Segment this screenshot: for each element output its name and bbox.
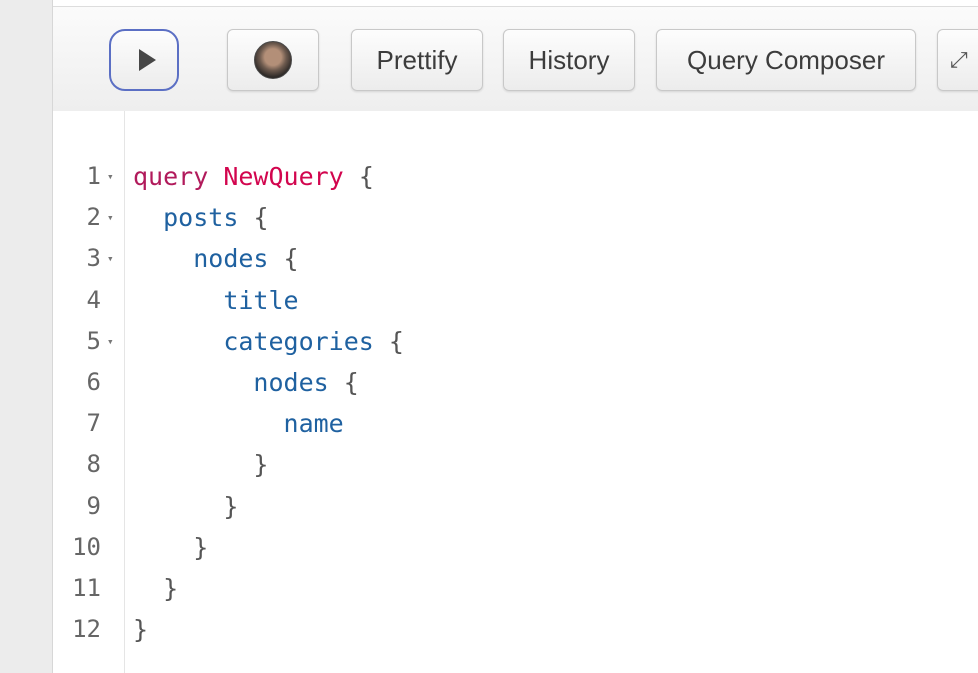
- field-name: nodes: [253, 367, 329, 397]
- fullscreen-button[interactable]: ⤢: [937, 29, 978, 91]
- line-number: 6: [86, 367, 101, 396]
- left-margin: [0, 0, 52, 673]
- toolbar: Prettify History Query Composer ⤢: [53, 6, 978, 112]
- fold-arrow-icon[interactable]: ▾: [107, 156, 114, 197]
- query-composer-button[interactable]: Query Composer: [656, 29, 916, 91]
- code-text: }: [133, 609, 148, 650]
- brace: }: [193, 532, 209, 562]
- expand-icon: ⤢: [950, 47, 968, 72]
- code-line[interactable]: 10 }: [53, 527, 978, 568]
- code-text: name: [133, 403, 344, 444]
- field-name: name: [283, 409, 344, 439]
- line-number: 3: [86, 244, 101, 273]
- code-text: nodes {: [133, 238, 299, 279]
- fold-arrow-icon[interactable]: ▾: [107, 197, 114, 238]
- code-text: posts {: [133, 197, 269, 238]
- line-number: 8: [86, 450, 101, 479]
- play-icon: [138, 49, 156, 71]
- line-number: 12: [72, 615, 101, 644]
- field-name: categories: [223, 326, 374, 356]
- code-line[interactable]: 11 }: [53, 568, 978, 609]
- brace: {: [253, 203, 269, 233]
- code-text: categories {: [133, 321, 404, 362]
- line-number: 5: [86, 326, 101, 355]
- code-line[interactable]: 4 title: [53, 280, 978, 321]
- line-number: 4: [86, 285, 101, 314]
- code-line[interactable]: 9 }: [53, 486, 978, 527]
- code-line[interactable]: 1 ▾ query NewQuery {: [53, 156, 978, 197]
- line-number: 10: [72, 532, 101, 561]
- brace: {: [343, 367, 359, 397]
- brace: }: [163, 573, 179, 603]
- code-line[interactable]: 5 ▾ categories {: [53, 321, 978, 362]
- brace: }: [223, 491, 239, 521]
- run-query-button[interactable]: [109, 29, 179, 91]
- code-line[interactable]: 12}: [53, 609, 978, 650]
- code-text: }: [133, 568, 178, 609]
- code-line[interactable]: 6 nodes {: [53, 362, 978, 403]
- brace: {: [283, 244, 299, 274]
- fold-arrow-icon[interactable]: ▾: [107, 238, 114, 279]
- code-text: title: [133, 280, 299, 321]
- brace: }: [133, 615, 149, 645]
- line-number: 11: [72, 573, 101, 602]
- field-name: title: [223, 285, 299, 315]
- brace: }: [253, 450, 269, 480]
- avatar: [254, 41, 292, 79]
- field-name: nodes: [193, 244, 269, 274]
- graphiql-panel: Prettify History Query Composer ⤢ 1 ▾ quer…: [52, 0, 978, 673]
- code-text: }: [133, 527, 208, 568]
- user-avatar-button[interactable]: [227, 29, 319, 91]
- code-lines: 1 ▾ query NewQuery {2 ▾ posts {3 ▾ nodes {4 …: [53, 156, 978, 650]
- line-number: 9: [86, 491, 101, 520]
- query-editor[interactable]: 1 ▾ query NewQuery {2 ▾ posts {3 ▾ nodes {4 …: [53, 111, 978, 673]
- code-line[interactable]: 3 ▾ nodes {: [53, 238, 978, 279]
- code-text: nodes {: [133, 362, 359, 403]
- fold-arrow-icon[interactable]: ▾: [107, 321, 114, 362]
- prettify-button[interactable]: Prettify: [351, 29, 483, 91]
- code-line[interactable]: 2 ▾ posts {: [53, 197, 978, 238]
- line-number: 1: [86, 162, 101, 190]
- line-number: 7: [86, 409, 101, 438]
- brace: {: [358, 162, 374, 191]
- code-line[interactable]: 7 name: [53, 403, 978, 444]
- history-button[interactable]: History: [503, 29, 635, 91]
- code-text: }: [133, 486, 238, 527]
- brace: {: [388, 326, 404, 356]
- line-number: 2: [86, 203, 101, 232]
- keyword: query: [133, 162, 209, 191]
- field-name: posts: [163, 203, 239, 233]
- code-line[interactable]: 8 }: [53, 444, 978, 485]
- code-text: query NewQuery {: [133, 156, 374, 197]
- code-text: }: [133, 444, 268, 485]
- query-name: NewQuery: [223, 162, 344, 191]
